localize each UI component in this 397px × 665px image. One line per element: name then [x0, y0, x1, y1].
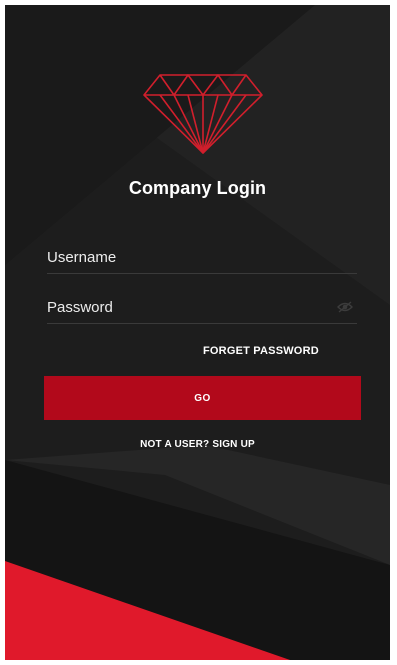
- login-screen: Company Login FORGET PASSWORD GO NOT A U…: [5, 5, 390, 660]
- go-button[interactable]: GO: [44, 376, 361, 420]
- username-input[interactable]: [47, 243, 317, 271]
- forget-password-link[interactable]: FORGET PASSWORD: [203, 345, 319, 357]
- eye-icon[interactable]: [337, 301, 353, 313]
- diamond-icon: [143, 74, 263, 154]
- username-field: [47, 243, 357, 274]
- password-field: [47, 293, 357, 324]
- signup-link[interactable]: NOT A USER? SIGN UP: [5, 439, 390, 450]
- password-input[interactable]: [47, 293, 317, 321]
- page-title: Company Login: [128, 178, 267, 198]
